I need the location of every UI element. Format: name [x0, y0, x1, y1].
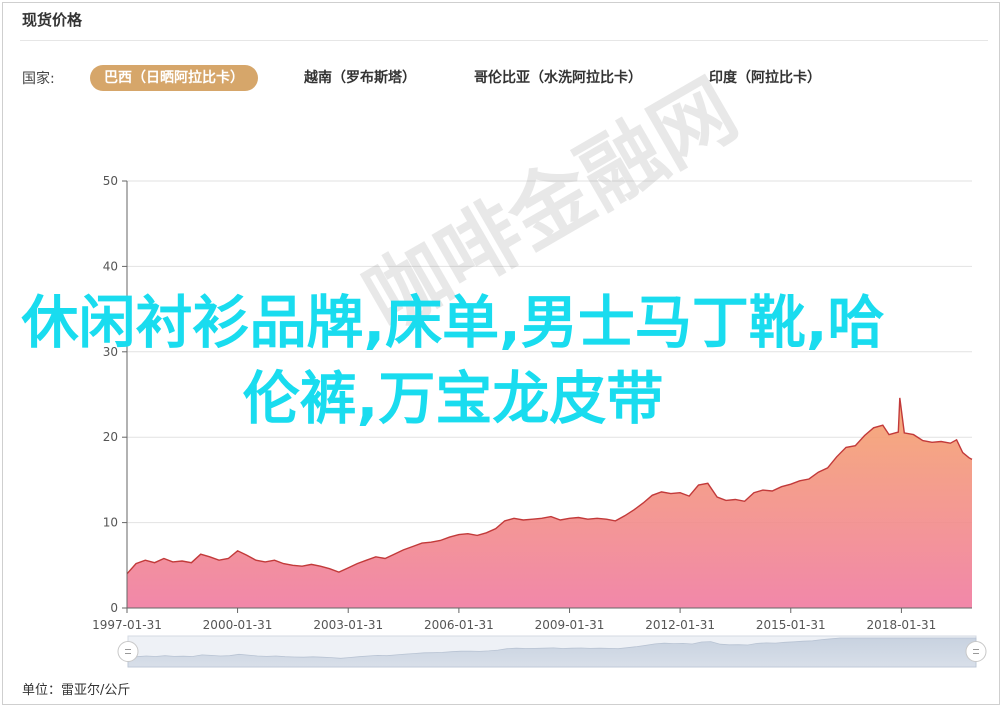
price-area-chart: 0 10 20 30 40 50 1997-01-31 2000-01-31 2003-01-3… — [92, 174, 987, 668]
x-tick-label: 2009-01-31 — [535, 618, 605, 632]
x-tick-label: 2006-01-31 — [424, 618, 494, 632]
handle-knob — [965, 641, 987, 662]
zoom-slider[interactable] — [117, 635, 987, 668]
y-tick-label: 0 — [110, 601, 118, 615]
x-tick-label: 2012-01-31 — [645, 618, 715, 632]
y-tick-label: 30 — [103, 345, 118, 359]
series-area — [126, 397, 973, 608]
slider-handle-end[interactable] — [965, 641, 987, 662]
handle-knob — [117, 641, 139, 662]
x-tick-label: 1997-01-31 — [92, 618, 162, 632]
x-tick-label: 2015-01-31 — [756, 618, 826, 632]
x-tick-label: 2018-01-31 — [867, 618, 937, 632]
y-tick-label: 40 — [103, 259, 118, 273]
y-tick-label: 50 — [103, 174, 118, 188]
y-tick-label: 20 — [103, 430, 118, 444]
unit-label: 单位：雷亚尔/公斤 — [22, 683, 131, 698]
y-tick-label: 10 — [103, 516, 118, 530]
x-tick-label: 2003-01-31 — [313, 618, 383, 632]
x-tick-label: 2000-01-31 — [203, 618, 273, 632]
slider-handle-start[interactable] — [117, 641, 139, 662]
series-fill — [127, 397, 972, 608]
